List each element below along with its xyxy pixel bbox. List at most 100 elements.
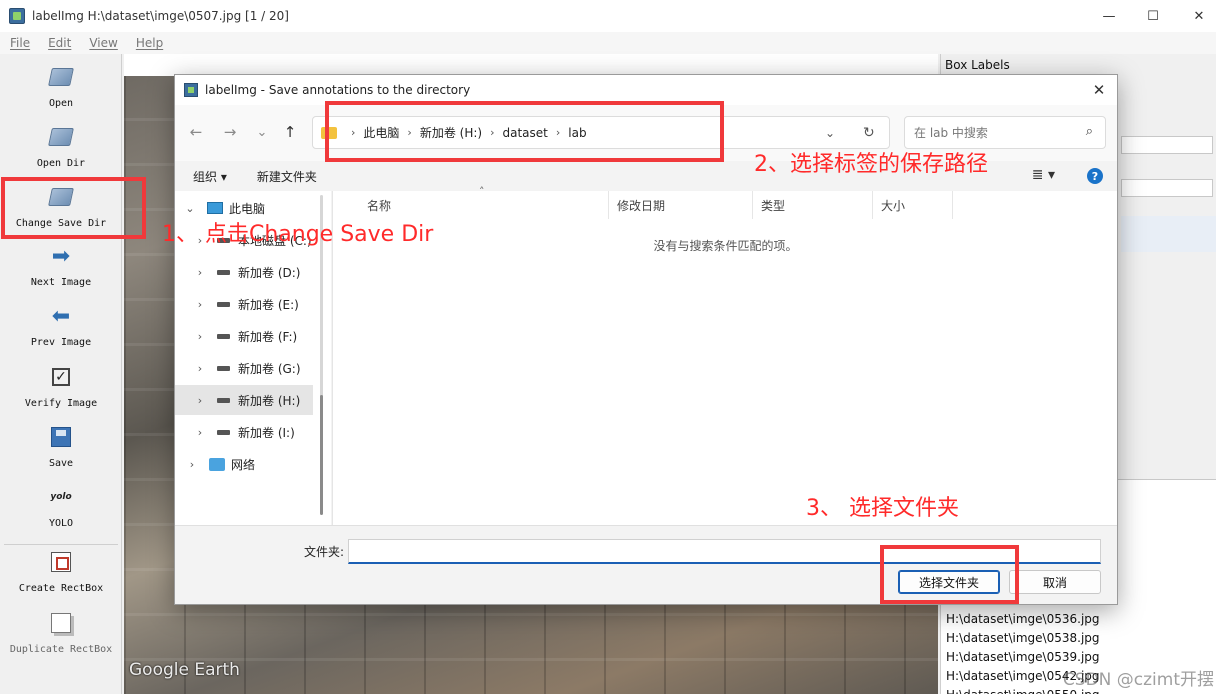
empty-folder-message: 没有与搜索条件匹配的项。 [653, 239, 798, 253]
next-image-label: Next Image [30, 277, 92, 288]
left-toolbar: Open Open Dir Change Save Dir ➡ Next Ima… [0, 54, 122, 694]
search-icon: ⌕ [1085, 124, 1093, 139]
folder-open-icon [48, 124, 74, 150]
cancel-button[interactable]: 取消 [1009, 570, 1101, 594]
new-folder-button[interactable]: 新建文件夹 [257, 168, 317, 185]
tree-expand-chevron-icon[interactable]: › [193, 394, 207, 407]
refresh-icon[interactable]: ↻ [863, 117, 875, 148]
back-arrow-icon[interactable]: ← [185, 121, 207, 143]
folder-label: 文件夹: [304, 545, 345, 559]
verify-image-button[interactable]: ✓ Verify Image [0, 364, 122, 409]
window-title: labelImg H:\dataset\imge\0507.jpg [1 / 2… [32, 9, 289, 23]
tree-expand-chevron-icon[interactable]: › [193, 362, 207, 375]
yolo-icon-text: yolo [50, 492, 72, 502]
forward-arrow-icon[interactable]: → [219, 121, 241, 143]
yolo-format-icon: yolo [48, 484, 74, 510]
sort-ascending-chevron-icon: ˄ [479, 185, 485, 198]
window-titlebar: labelImg H:\dataset\imge\0507.jpg [1 / 2… [0, 0, 1216, 32]
recent-locations-chevron-icon[interactable]: ⌄ [251, 121, 273, 143]
file-list-pane: 名称 修改日期 类型 大小 ˄ 没有与搜索条件匹配的项。 [332, 185, 1117, 525]
maximize-button[interactable]: ☐ [1130, 0, 1176, 32]
duplicate-rectbox-label: Duplicate RectBox [9, 644, 113, 655]
box-labels-title: Box Labels [945, 58, 1010, 72]
labelimg-app-icon [184, 83, 198, 97]
column-header-type[interactable]: 类型 [753, 191, 873, 219]
create-rectbox-button[interactable]: Create RectBox [0, 549, 122, 594]
yolo-format-button[interactable]: yolo YOLO [0, 484, 122, 529]
close-button[interactable]: ✕ [1176, 0, 1216, 32]
drive-icon [217, 397, 230, 403]
label-edit-field[interactable] [1121, 136, 1213, 154]
arrow-right-icon: ➡ [51, 243, 71, 269]
tree-expand-chevron-icon[interactable]: › [185, 458, 199, 471]
drive-icon [217, 333, 230, 339]
tree-expand-chevron-icon[interactable]: ⌄ [183, 202, 197, 215]
scrollbar-thumb[interactable] [320, 395, 323, 515]
annotation-box-address-bar [325, 101, 724, 162]
menu-file[interactable]: File [10, 36, 30, 50]
search-input[interactable]: 在 lab 中搜索 ⌕ [904, 116, 1106, 149]
search-placeholder: 在 lab 中搜索 [914, 126, 988, 140]
toolbar-divider [4, 544, 118, 545]
tree-item-drive-h[interactable]: › 新加卷 (H:) [175, 385, 313, 415]
drive-icon [217, 365, 230, 371]
menu-edit[interactable]: Edit [48, 36, 71, 50]
tree-expand-chevron-icon[interactable]: › [193, 426, 207, 439]
tree-item-drive-f[interactable]: › 新加卷 (F:) [175, 321, 313, 351]
network-icon [209, 457, 225, 471]
annotation-step-1: 1、 点击Change Save Dir [162, 222, 434, 247]
help-icon[interactable]: ? [1087, 168, 1103, 184]
next-image-button[interactable]: ➡ Next Image [0, 243, 122, 289]
save-button[interactable]: Save [0, 424, 122, 469]
verify-image-label: Verify Image [24, 398, 98, 409]
open-label: Open [48, 98, 74, 109]
create-rectbox-icon [48, 549, 74, 575]
annotation-box-change-save-dir [1, 177, 146, 239]
open-dir-label: Open Dir [36, 158, 86, 169]
computer-icon [207, 202, 223, 214]
column-header-size[interactable]: 大小 [873, 191, 953, 219]
google-earth-watermark: Google Earth [129, 660, 240, 680]
tree-expand-chevron-icon[interactable]: › [193, 298, 207, 311]
menu-help[interactable]: Help [136, 36, 163, 50]
open-button[interactable]: Open [0, 64, 122, 109]
drive-icon [217, 301, 230, 307]
duplicate-rectbox-button[interactable]: Duplicate RectBox [0, 610, 122, 655]
tree-expand-chevron-icon[interactable]: › [193, 266, 207, 279]
menu-bar: File Edit View Help [0, 32, 1216, 54]
tree-item-drive-e[interactable]: › 新加卷 (E:) [175, 289, 313, 319]
csdn-watermark: CSDN @czimt开摆 [1062, 670, 1214, 690]
column-header-date-modified[interactable]: 修改日期 [609, 191, 753, 219]
label-list-selection[interactable] [1121, 216, 1216, 252]
checkbox-icon: ✓ [48, 364, 74, 390]
tree-item-drive-d[interactable]: › 新加卷 (D:) [175, 257, 313, 287]
duplicate-rectbox-icon [48, 610, 74, 636]
tree-item-drive-g[interactable]: › 新加卷 (G:) [175, 353, 313, 383]
address-dropdown-chevron-icon[interactable]: ⌄ [825, 117, 835, 148]
prev-image-label: Prev Image [30, 337, 92, 348]
tree-item-network[interactable]: › 网络 [175, 449, 313, 479]
up-arrow-icon[interactable]: ↑ [279, 121, 301, 143]
column-header-name[interactable]: 名称 [333, 191, 609, 219]
list-item[interactable]: H:\dataset\imge\0538.jpg [941, 629, 1216, 648]
save-label: Save [48, 458, 74, 469]
dialog-close-button[interactable]: ✕ [1087, 78, 1111, 102]
annotation-box-select-folder [880, 545, 1019, 604]
drive-icon [217, 429, 230, 435]
folder-open-icon [48, 64, 74, 90]
yolo-label: YOLO [48, 518, 74, 529]
prev-image-button[interactable]: ⬅ Prev Image [0, 303, 122, 349]
tree-item-drive-i[interactable]: › 新加卷 (I:) [175, 417, 313, 447]
menu-view[interactable]: View [89, 36, 117, 50]
minimize-button[interactable]: — [1086, 0, 1132, 32]
create-rectbox-label: Create RectBox [18, 583, 104, 594]
organize-menu[interactable]: 组织 ▾ [193, 168, 227, 185]
label-combo[interactable] [1121, 179, 1213, 197]
list-item[interactable]: H:\dataset\imge\0536.jpg [941, 610, 1216, 629]
dialog-title: labelImg - Save annotations to the direc… [205, 83, 471, 97]
view-options-icon[interactable]: ≣ ▾ [1032, 167, 1055, 183]
tree-expand-chevron-icon[interactable]: › [193, 330, 207, 343]
annotation-step-3: 3、 选择文件夹 [806, 496, 959, 521]
open-dir-button[interactable]: Open Dir [0, 124, 122, 169]
arrow-left-icon: ⬅ [51, 303, 71, 329]
